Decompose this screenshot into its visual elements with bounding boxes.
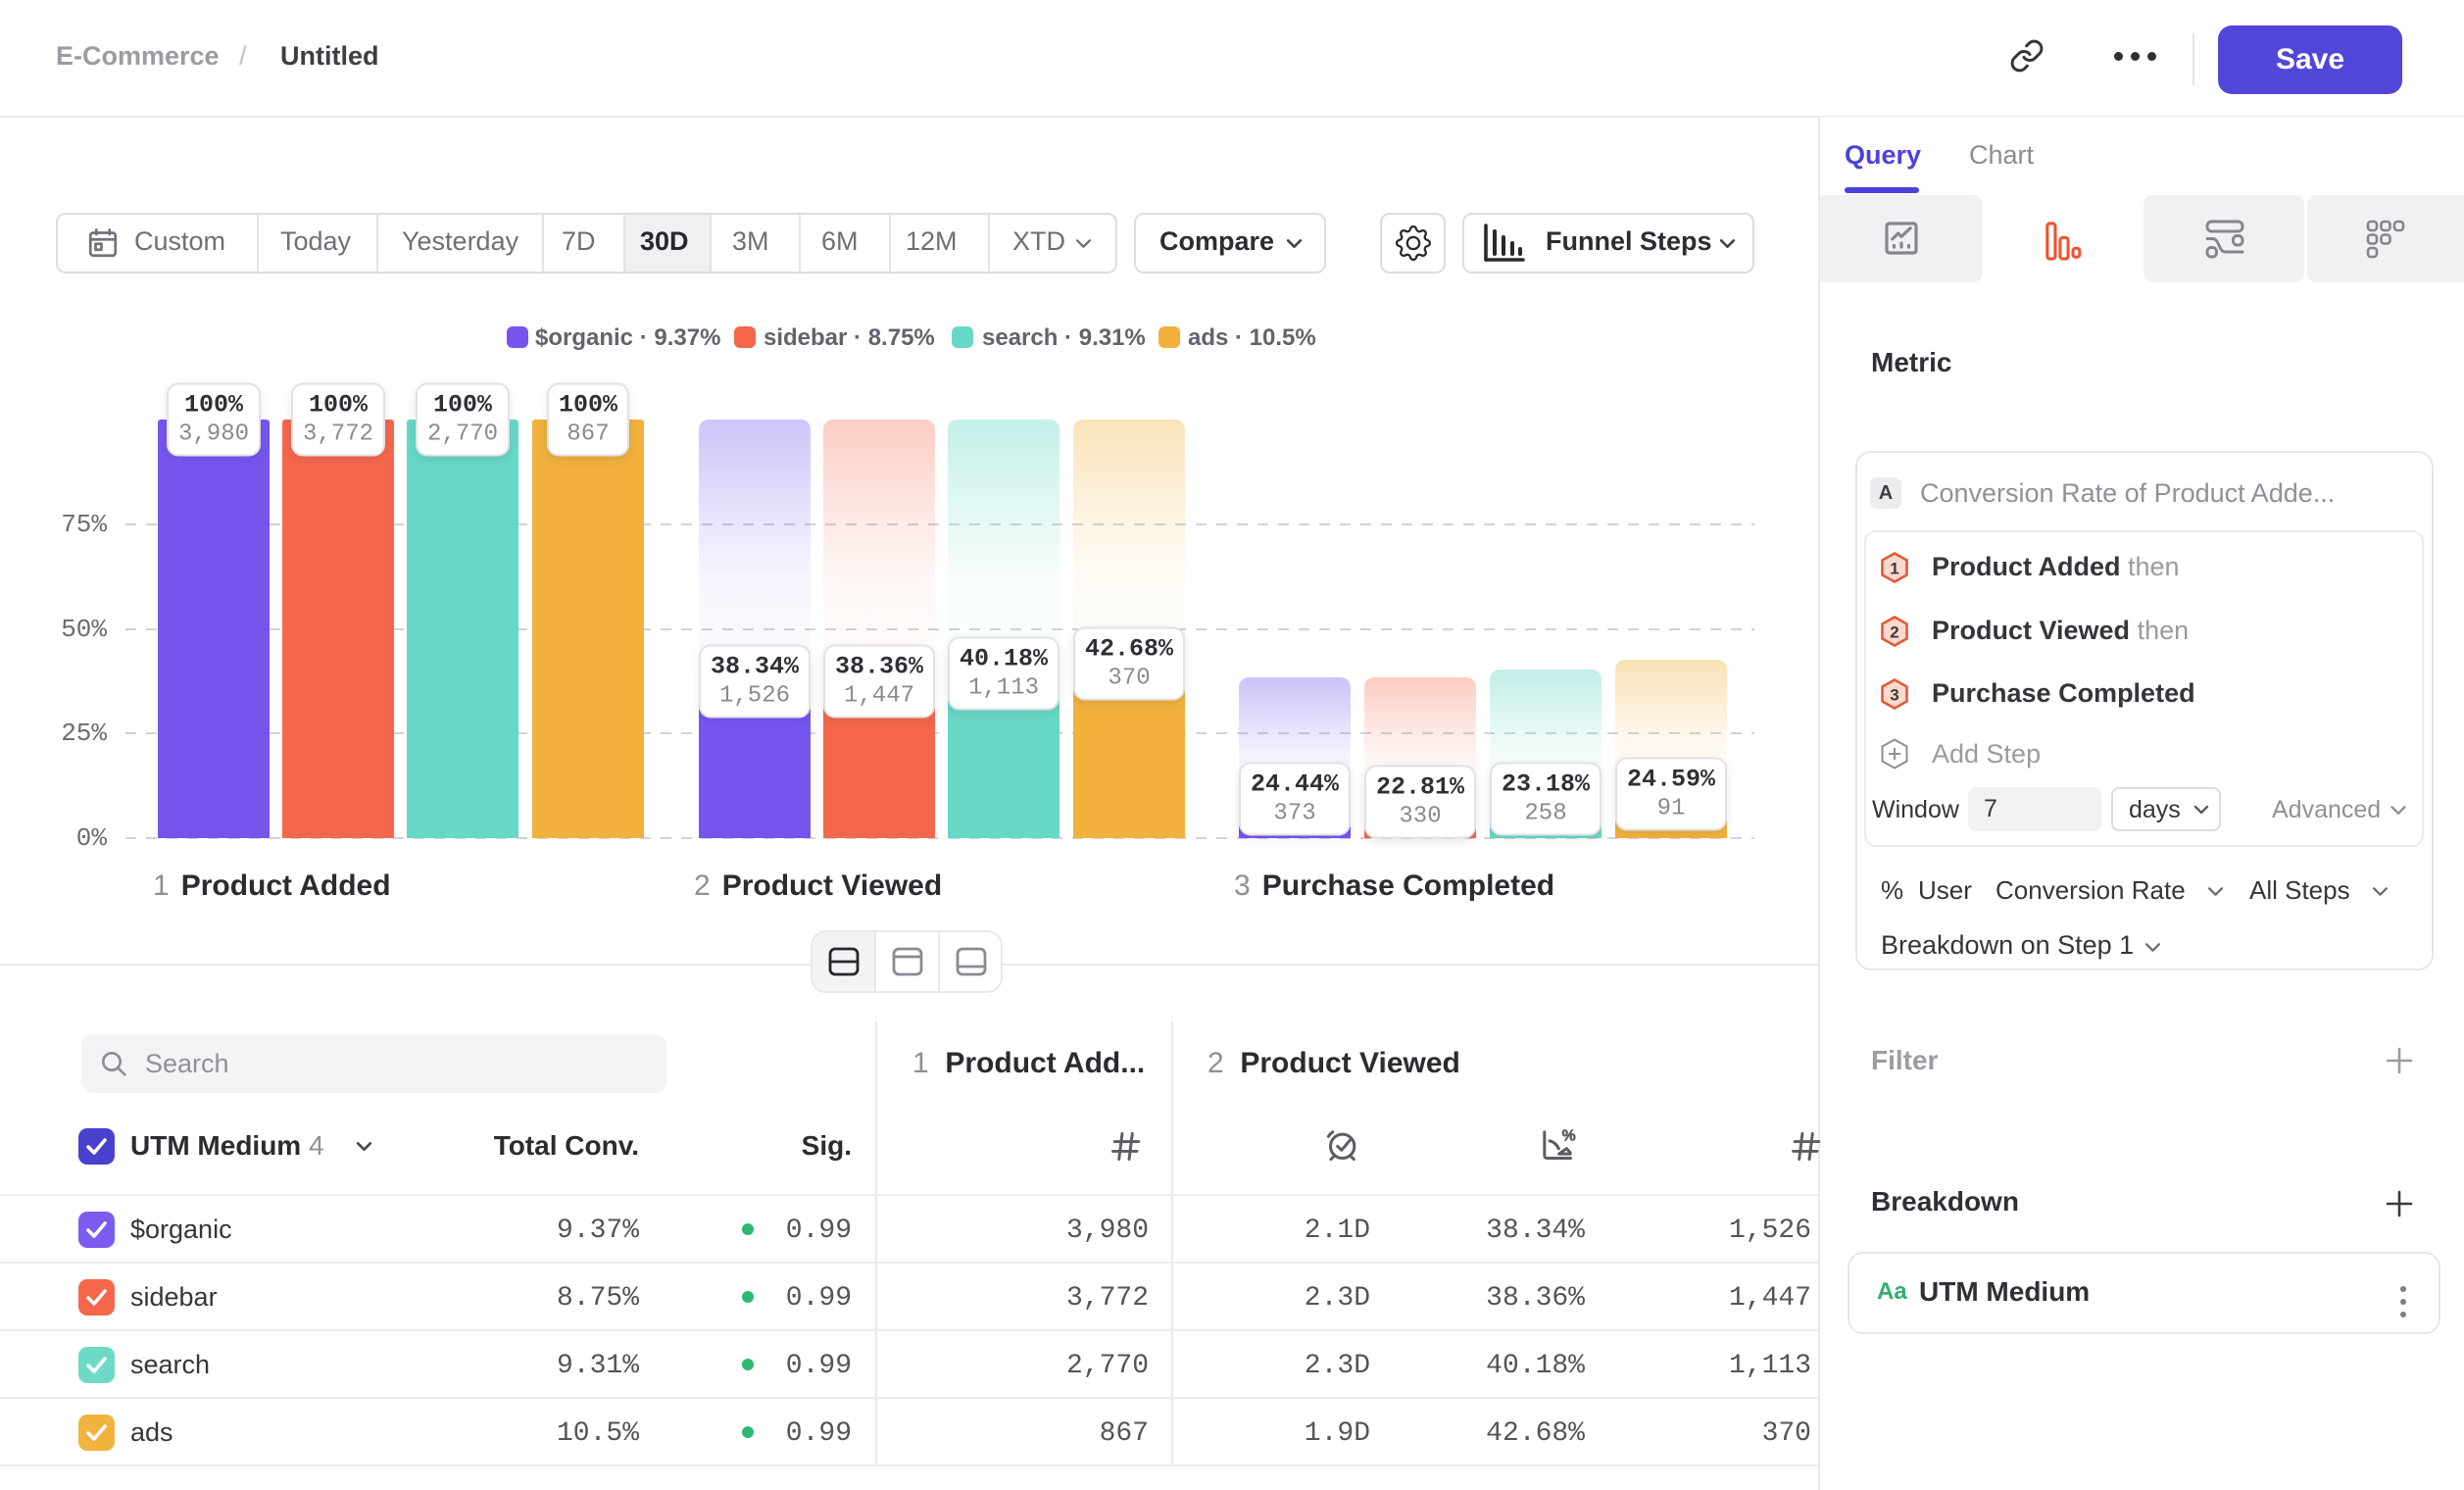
svg-text:2: 2 xyxy=(1890,623,1898,642)
svg-text:3: 3 xyxy=(1890,686,1898,705)
svg-text:%: % xyxy=(1562,1128,1576,1145)
svg-text:1: 1 xyxy=(1890,560,1898,578)
